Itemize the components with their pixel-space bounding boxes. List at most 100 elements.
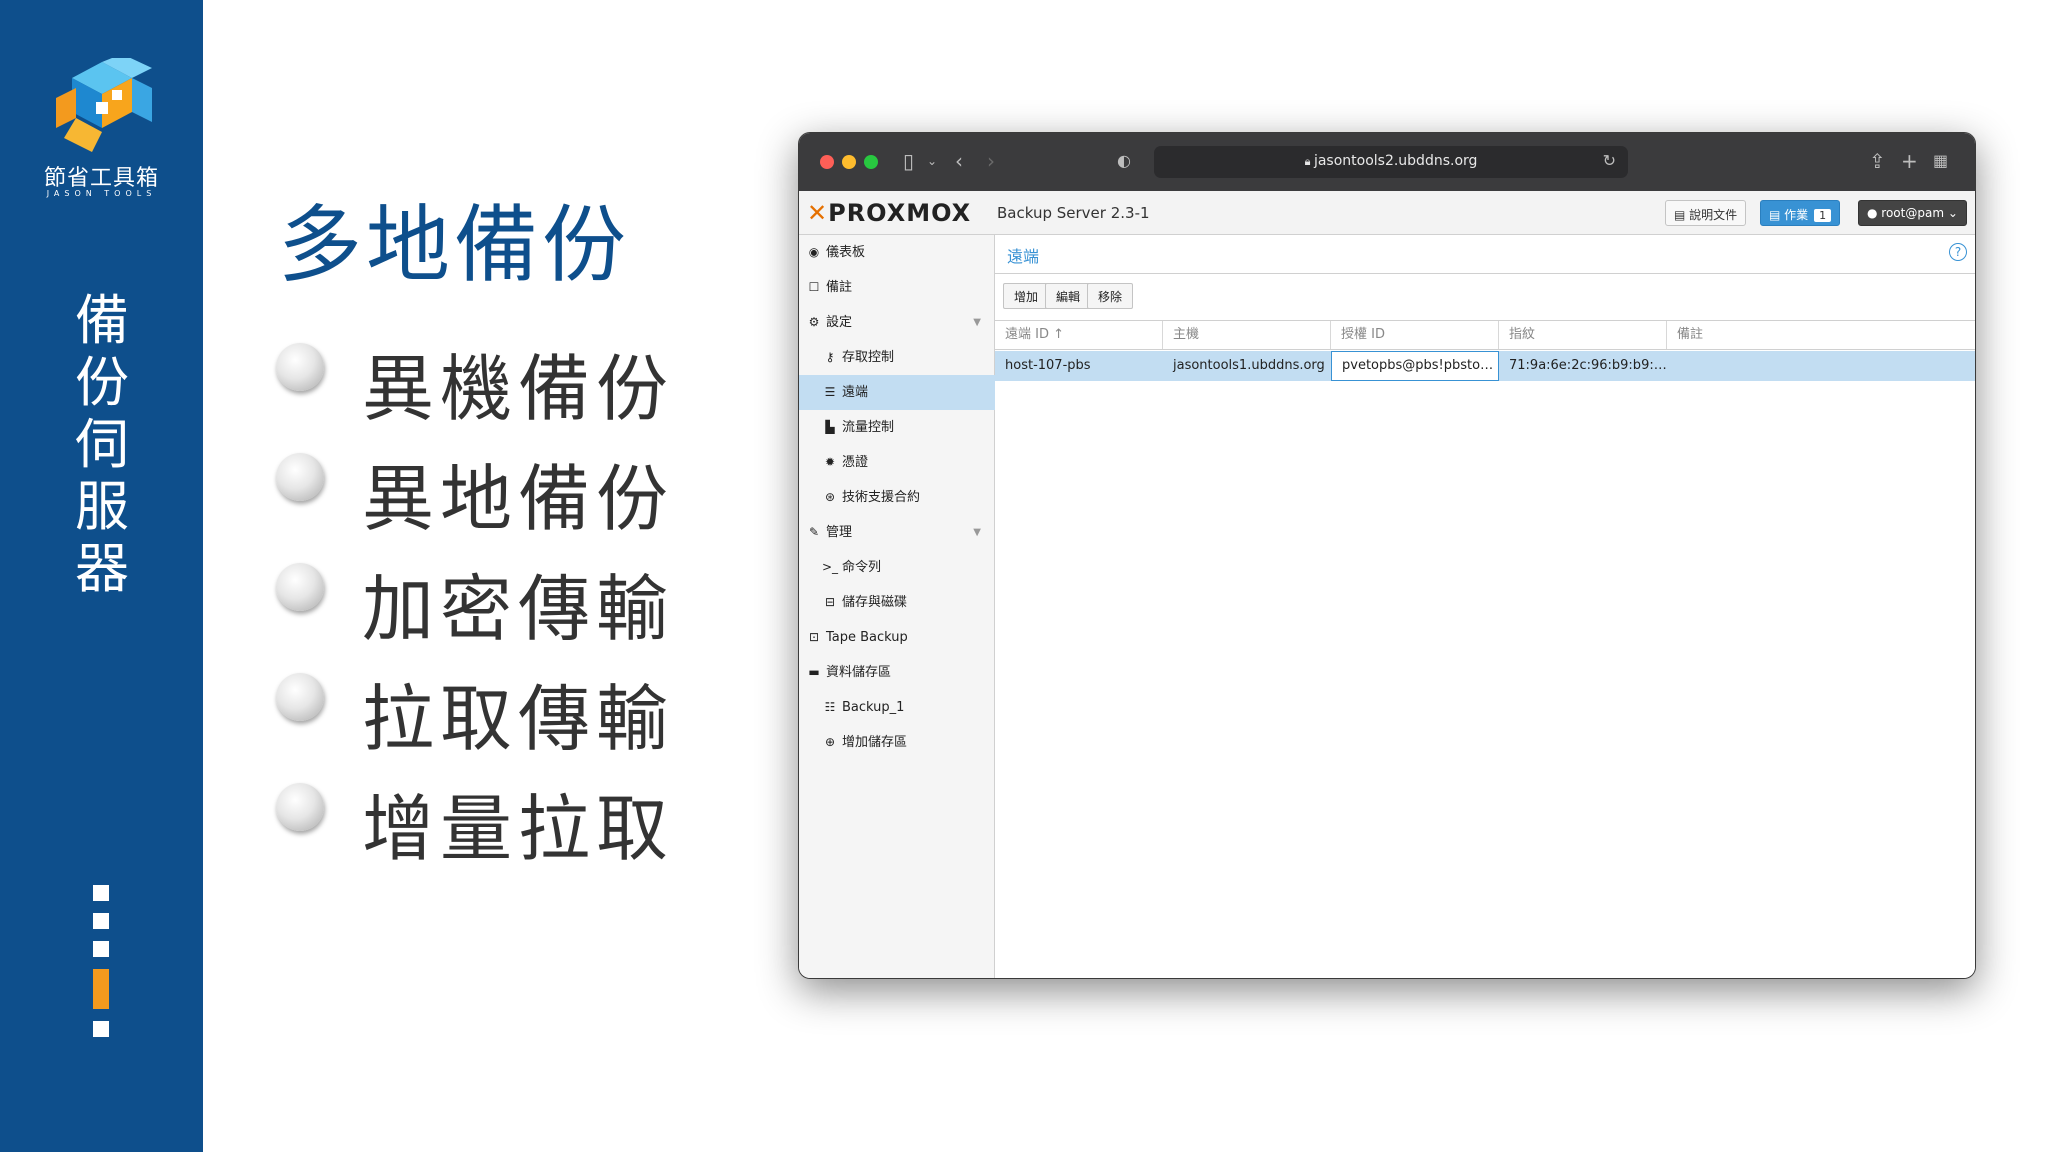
back-arrow-icon[interactable]: ‹ <box>955 149 963 173</box>
column-header[interactable]: 指紋 <box>1499 321 1667 349</box>
sidebar-item[interactable]: ✹ 憑證 <box>799 445 995 480</box>
vertical-title-char: 器 <box>75 537 129 600</box>
bullet-text: 異地備份 <box>362 457 675 541</box>
documentation-button[interactable]: ▤ 說明文件 <box>1665 200 1747 226</box>
vertical-title-char: 服 <box>75 475 129 538</box>
sidebar-item[interactable]: ⊡ Tape Backup <box>799 620 995 655</box>
lock-icon: 🔒︎ <box>1304 155 1314 168</box>
sidebar-item-label: 命令列 <box>842 560 882 575</box>
jason-tools-logo <box>52 54 154 158</box>
book-icon: ▤ <box>1674 208 1690 222</box>
share-icon[interactable]: ⇪ <box>1869 149 1886 173</box>
new-tab-icon[interactable]: + <box>1901 149 1918 173</box>
progress-step-marker <box>93 913 109 929</box>
sidebar-item-label: 流量控制 <box>842 420 895 435</box>
progress-step-marker <box>93 885 109 901</box>
sidebar-item[interactable]: ⊕ 增加儲存區 <box>799 725 995 760</box>
reload-icon[interactable]: ↻ <box>1603 151 1616 170</box>
sidebar-item-label: 資料儲存區 <box>826 665 892 680</box>
sidebar-toggle-icon[interactable]: ▯ <box>903 149 914 173</box>
vertical-title-char: 份 <box>75 351 129 414</box>
sidebar-item[interactable]: ⚙ 設定 ▼ <box>799 305 995 340</box>
table-cell[interactable]: pvetopbs@pbs!pbstoken <box>1331 351 1499 381</box>
zoom-window-button[interactable] <box>864 155 878 169</box>
sidebar-item[interactable]: ▬ 資料儲存區 <box>799 655 995 690</box>
archive-icon: ▬ <box>808 665 820 679</box>
sidebar-item[interactable]: ☐ 備註 <box>799 270 995 305</box>
bullet-text: 加密傳輸 <box>362 567 675 651</box>
user-icon: ● <box>1867 206 1882 220</box>
column-header[interactable]: 授權 ID <box>1331 321 1499 349</box>
bullet-dot-icon <box>276 453 324 501</box>
help-icon[interactable]: ? <box>1949 243 1967 261</box>
address-bar[interactable]: 🔒︎ jasontools2.ubddns.org ↻ <box>1154 146 1628 178</box>
disk-icon: ⊟ <box>824 595 836 609</box>
tab-overview-icon[interactable]: ▦ <box>1933 149 1948 173</box>
chart-icon: ▙ <box>825 420 835 434</box>
table-cell[interactable] <box>1667 351 1975 381</box>
close-window-button[interactable] <box>820 155 834 169</box>
panel-title: 遠端 <box>1007 247 1040 266</box>
bullet-list: 異機備份異地備份加密傳輸拉取傳輸增量拉取 <box>276 330 696 880</box>
shield-icon[interactable]: ◐ <box>1117 149 1131 173</box>
sidebar-item[interactable]: ⊛ 技術支援合約 <box>799 480 995 515</box>
bullet-dot-icon <box>276 783 324 831</box>
plus-circle-icon: ⊕ <box>824 735 836 749</box>
sidebar-item[interactable]: ☷ Backup_1 <box>799 690 995 725</box>
sidebar-item-label: 存取控制 <box>842 350 895 365</box>
bullet-dot-icon <box>276 343 324 391</box>
nav-tree: ◉ 儀表板 ☐ 備註 ⚙ 設定 ▼ ⚷ 存取控制 ☰ 遠端 ▙ 流量控制 ✹ 憑證 ⊛ 技術支援合約 ✎ 管理 ▼ >_… <box>799 235 995 978</box>
divider <box>995 273 1975 274</box>
chevron-down-icon[interactable]: ⌄ <box>927 149 937 173</box>
dashboard-icon: ◉ <box>808 245 820 259</box>
gears-icon: ⚙ <box>808 315 820 329</box>
sidebar-item[interactable]: ◉ 儀表板 <box>799 235 995 270</box>
progress-step-marker <box>93 1021 109 1037</box>
column-header[interactable]: 備註 <box>1667 321 1975 349</box>
sidebar-item-label: 設定 <box>826 315 853 330</box>
bullet-item: 拉取傳輸 <box>276 660 696 770</box>
forward-arrow-icon[interactable]: › <box>987 149 995 173</box>
section-vertical-title: 備份伺服器 <box>66 290 138 600</box>
server-icon: ☰ <box>824 385 836 399</box>
bullet-text: 增量拉取 <box>362 787 675 871</box>
column-header[interactable]: 遠端 ID ↑ <box>995 321 1163 349</box>
sidebar-item[interactable]: ☰ 遠端 <box>799 375 995 410</box>
sidebar-item[interactable]: ▙ 流量控制 <box>799 410 995 445</box>
sidebar-item-label: Tape Backup <box>826 630 908 645</box>
sidebar-item-label: 技術支援合約 <box>842 490 921 505</box>
tape-icon: ⊡ <box>808 630 820 644</box>
sidebar-item-label: 遠端 <box>842 385 869 400</box>
column-header[interactable]: 主機 <box>1163 321 1331 349</box>
minimize-window-button[interactable] <box>842 155 856 169</box>
browser-window: ▯ ⌄ ‹ › ◐ 🔒︎ jasontools2.ubddns.org ↻ ⇪ … <box>798 132 1976 979</box>
bullet-text: 異機備份 <box>362 347 675 431</box>
product-version: Backup Server 2.3-1 <box>997 204 1150 222</box>
vertical-title-char: 備 <box>75 289 129 352</box>
remove-remote-button[interactable]: 移除 <box>1087 283 1134 309</box>
bullet-item: 異機備份 <box>276 330 696 440</box>
bullet-dot-icon <box>276 563 324 611</box>
sidebar-item[interactable]: >_ 命令列 <box>799 550 995 585</box>
sidebar-item-label: 儲存與磁碟 <box>842 595 908 610</box>
sidebar-item-label: 憑證 <box>842 455 869 470</box>
table-cell[interactable]: host-107-pbs <box>995 351 1163 381</box>
expand-caret-icon[interactable]: ▼ <box>973 515 981 550</box>
tasks-count-badge: 1 <box>1814 209 1832 222</box>
support-icon: ⊛ <box>824 490 836 504</box>
edit-remote-button[interactable]: 編輯 <box>1045 283 1092 309</box>
sidebar-item[interactable]: ⚷ 存取控制 <box>799 340 995 375</box>
table-row[interactable]: host-107-pbs jasontools1.ubddns.org pvetop… <box>995 351 1975 381</box>
expand-caret-icon[interactable]: ▼ <box>973 305 981 340</box>
sidebar-item-label: 備註 <box>826 280 853 295</box>
sidebar-item[interactable]: ✎ 管理 ▼ <box>799 515 995 550</box>
tasks-button[interactable]: ▤ 作業 1 <box>1760 200 1841 226</box>
table-cell[interactable]: jasontools1.ubddns.org <box>1163 351 1331 381</box>
user-menu-button[interactable]: ● root@pam ⌄ <box>1858 200 1967 226</box>
sidebar-item-label: 儀表板 <box>826 245 866 260</box>
sidebar-item[interactable]: ⊟ 儲存與磁碟 <box>799 585 995 620</box>
bullet-dot-icon <box>276 673 324 721</box>
brand-side-panel: 節省工具箱 JASON TOOLS 備份伺服器 <box>0 0 203 1152</box>
add-remote-button[interactable]: 增加 <box>1003 283 1050 309</box>
table-cell[interactable]: 71:9a:6e:2c:96:b9:b9:3e:ef:… <box>1499 351 1667 381</box>
